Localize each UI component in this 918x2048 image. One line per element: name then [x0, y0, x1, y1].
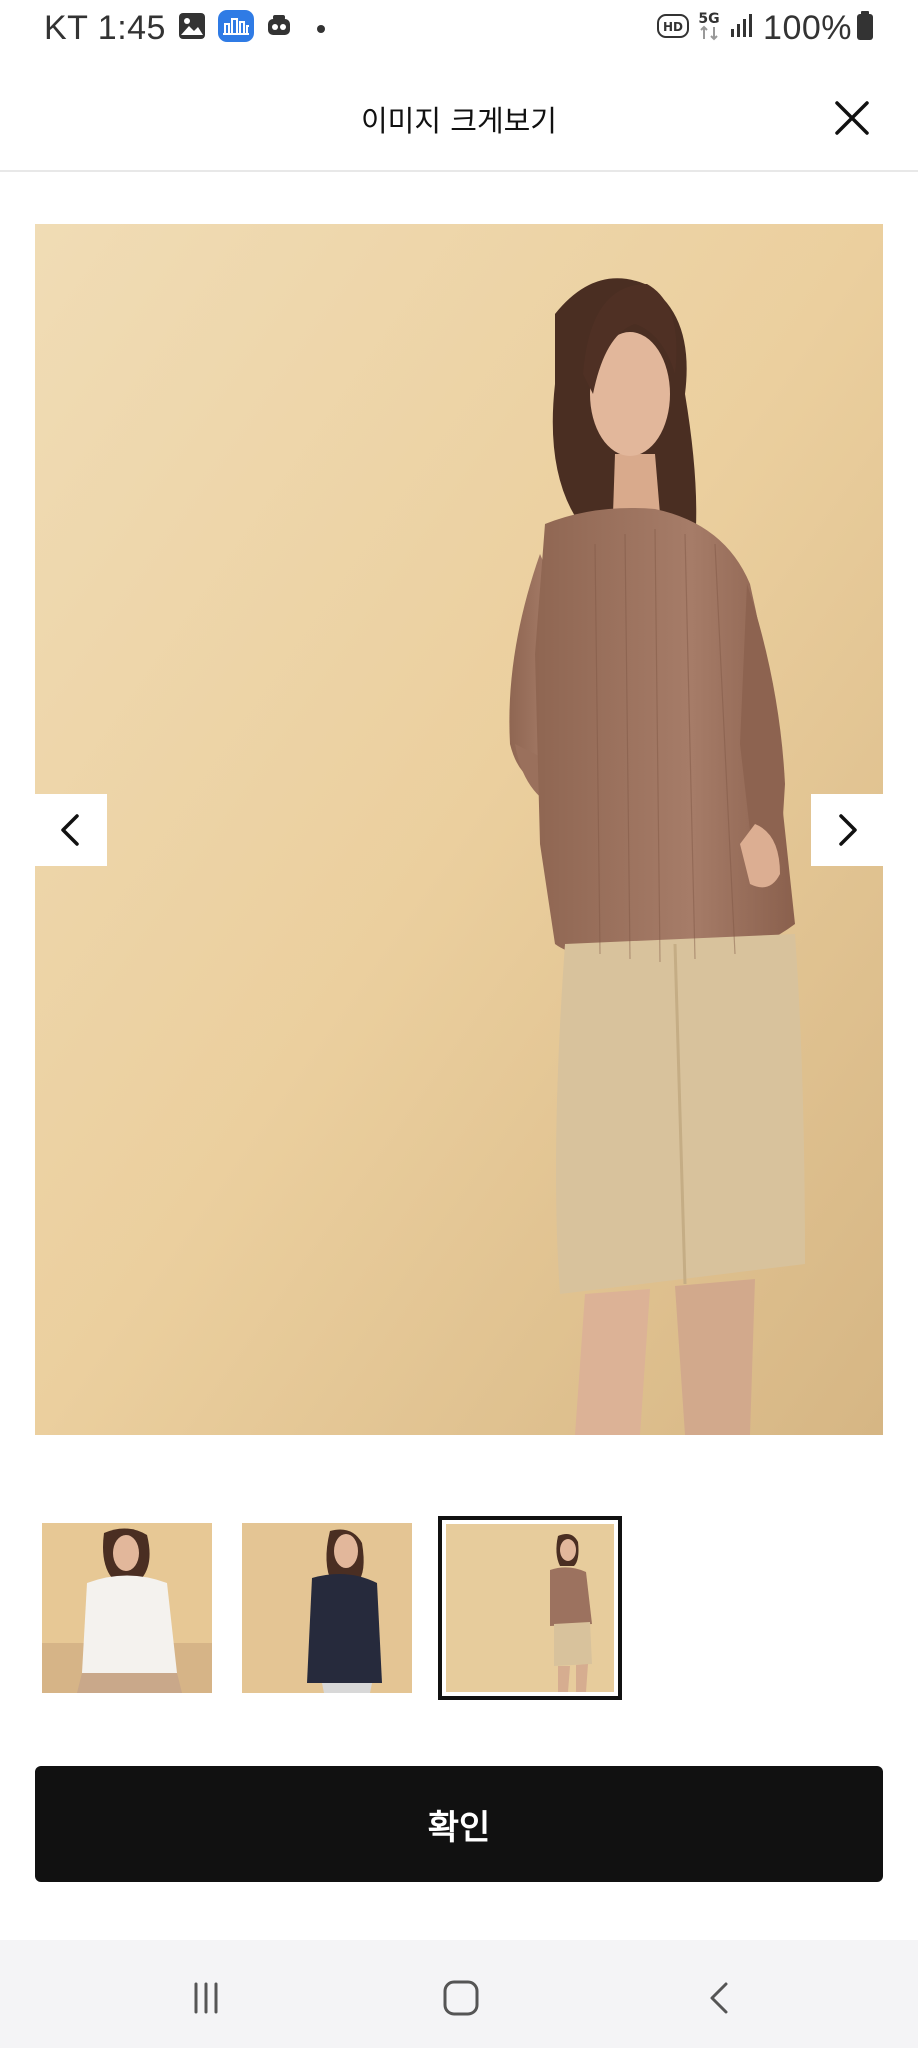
- recent-apps-button[interactable]: [178, 1970, 234, 2026]
- thumbnail-2-photo: [242, 1523, 412, 1693]
- tray-icon: [266, 13, 292, 43]
- chevron-right-icon: [839, 814, 857, 846]
- carrier-time: KT 1:45: [44, 8, 166, 47]
- hd-icon: HD: [657, 13, 690, 43]
- status-bar: KT 1:45 HD 5G 100%: [0, 0, 918, 56]
- thumbnail-1-photo: [42, 1523, 212, 1693]
- header: 이미지 크게보기: [0, 70, 918, 172]
- thumbnail-3[interactable]: [438, 1516, 622, 1700]
- home-button[interactable]: [433, 1970, 489, 2026]
- svg-text:5G: 5G: [698, 11, 719, 27]
- home-icon: [443, 1980, 479, 2016]
- prev-image-button[interactable]: [35, 794, 107, 866]
- close-button[interactable]: [824, 90, 880, 146]
- svg-text:HD: HD: [663, 20, 683, 34]
- recent-apps-icon: [194, 1982, 218, 2014]
- 5g-icon: 5G: [695, 9, 723, 47]
- signal-icon: [729, 13, 755, 43]
- thumbnail-1[interactable]: [42, 1523, 212, 1693]
- next-image-button[interactable]: [811, 794, 883, 866]
- thumbnail-2[interactable]: [242, 1523, 412, 1693]
- status-left: KT 1:45: [44, 8, 326, 48]
- product-photo: [35, 224, 883, 1435]
- close-icon: [835, 101, 869, 135]
- thumbnail-3-photo: [446, 1524, 614, 1692]
- battery-text: 100%: [763, 8, 852, 47]
- status-right: HD 5G 100%: [657, 8, 874, 48]
- battery-icon: [856, 11, 874, 45]
- back-icon: [710, 1982, 728, 2014]
- page-title: 이미지 크게보기: [361, 104, 557, 138]
- main-product-image: [35, 224, 883, 1435]
- building-app-icon: [217, 10, 254, 46]
- dot-icon: [316, 19, 326, 38]
- system-nav-bar: [0, 1940, 918, 2048]
- confirm-button[interactable]: 확인: [35, 1766, 883, 1882]
- chevron-left-icon: [61, 814, 79, 846]
- gallery-icon: [178, 12, 206, 44]
- back-button[interactable]: [692, 1970, 748, 2026]
